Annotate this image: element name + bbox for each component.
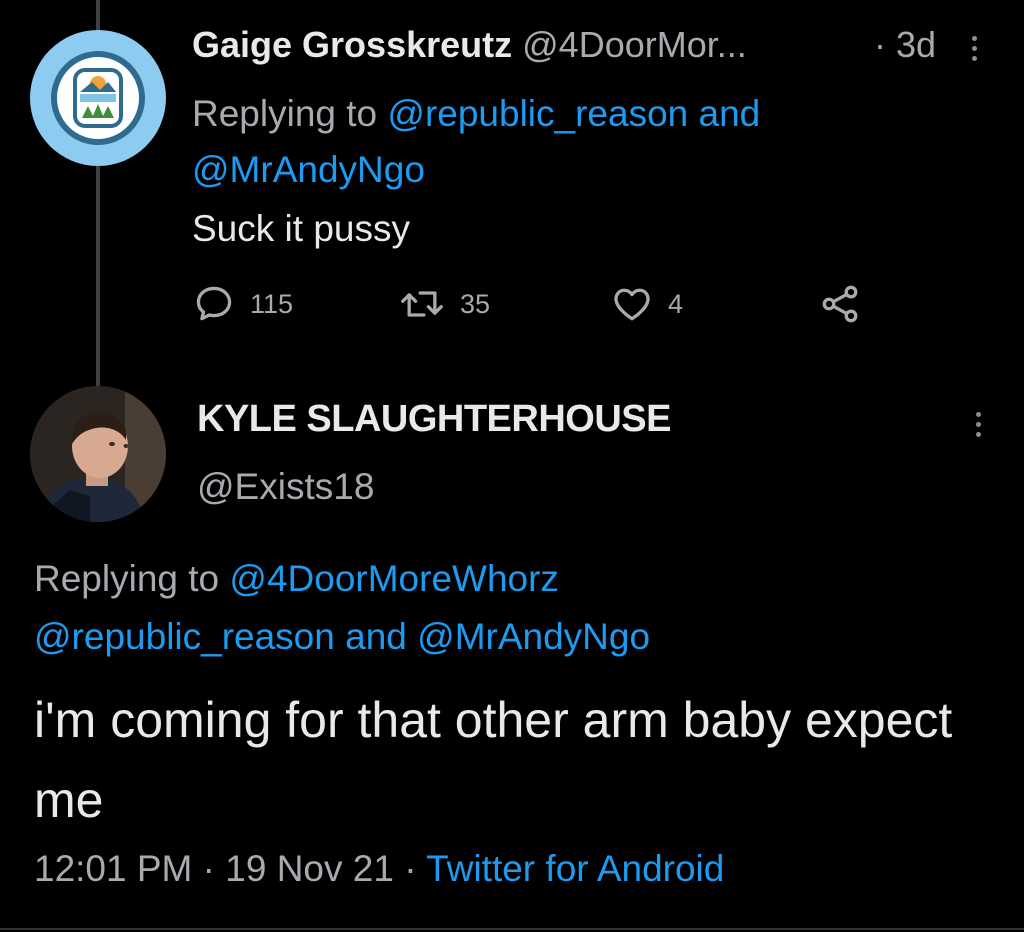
mention-link[interactable]: @republic_reason xyxy=(387,93,688,134)
share-icon xyxy=(822,285,858,323)
tweet1-replying-to: Replying to @republic_reason and @MrAndy… xyxy=(192,86,760,198)
separator-dot: · xyxy=(202,848,215,889)
retweet-button[interactable]: 35 xyxy=(398,282,490,326)
share-button[interactable] xyxy=(818,282,862,326)
more-vertical-icon[interactable] xyxy=(973,412,983,437)
reply-button[interactable]: 115 xyxy=(192,282,293,326)
avatar[interactable] xyxy=(30,30,166,166)
retweet-icon xyxy=(401,291,443,317)
more-vertical-icon[interactable] xyxy=(969,36,979,61)
mention-and[interactable]: and xyxy=(345,616,407,657)
mountain-logo-icon xyxy=(51,51,145,145)
retweet-count: 35 xyxy=(460,288,491,319)
like-button[interactable]: 4 xyxy=(610,282,683,326)
tweet1-header: Gaige Grosskreutz @4DoorMor... xyxy=(192,24,747,66)
mention-link[interactable]: @4DoorMoreWhorz xyxy=(229,558,559,599)
profile-photo-icon xyxy=(30,386,166,522)
avatar[interactable] xyxy=(30,386,166,522)
tweet2-display-name[interactable]: KYLE SLAUGHTERHOUSE xyxy=(197,398,671,441)
tweet-time[interactable]: 12:01 PM xyxy=(34,848,192,889)
divider xyxy=(0,928,1024,930)
mention-link[interactable]: @MrAndyNgo xyxy=(417,616,650,657)
heart-icon xyxy=(614,288,650,321)
tweet-source[interactable]: Twitter for Android xyxy=(426,848,724,889)
tweet1-timestamp[interactable]: · 3d xyxy=(874,24,936,66)
mention-link[interactable]: @MrAndyNgo xyxy=(192,149,425,190)
tweet2-handle[interactable]: @Exists18 xyxy=(197,466,374,508)
replying-label: Replying to xyxy=(192,93,378,134)
tweet2-replying-to: Replying to @4DoorMoreWhorz @republic_re… xyxy=(34,550,650,666)
tweet1-text: Suck it pussy xyxy=(192,208,410,249)
mention-link[interactable]: @republic_reason xyxy=(34,616,335,657)
replying-label: Replying to xyxy=(34,558,220,599)
tweet-date[interactable]: 19 Nov 21 xyxy=(225,848,394,889)
reply-count: 115 xyxy=(250,288,294,319)
separator-dot: · xyxy=(404,848,417,889)
tweet1-display-name[interactable]: Gaige Grosskreutz xyxy=(192,24,512,65)
tweet2-meta: 12:01 PM · 19 Nov 21 · Twitter for Andro… xyxy=(34,848,724,890)
tweet1-handle[interactable]: @4DoorMor... xyxy=(522,24,747,65)
like-count: 4 xyxy=(668,288,684,319)
speech-bubble-icon xyxy=(196,286,232,321)
tweet2-text: i'm coming for that other arm baby expec… xyxy=(34,692,953,828)
mention-and[interactable]: and xyxy=(699,93,761,134)
